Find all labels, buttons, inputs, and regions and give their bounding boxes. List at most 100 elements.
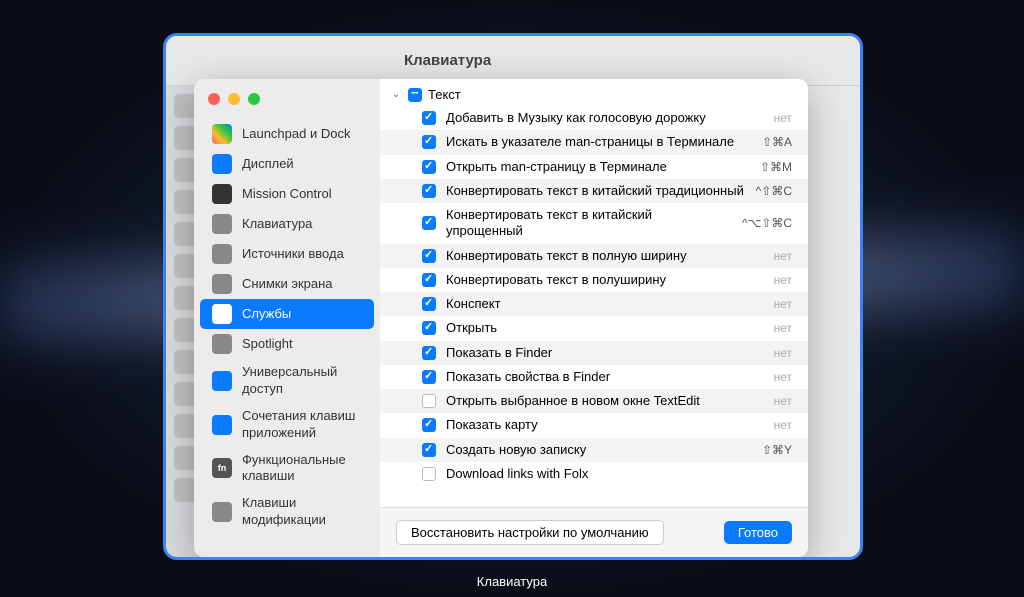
- sidebar-item-9[interactable]: Сочетания клавиш приложений: [200, 403, 374, 447]
- spotlight-icon: [212, 334, 232, 354]
- sidebar-item-label: Функциональные клавиши: [242, 452, 362, 486]
- service-shortcut[interactable]: нет: [774, 297, 792, 311]
- service-checkbox[interactable]: [422, 216, 436, 230]
- sidebar-item-label: Клавиши модификации: [242, 495, 362, 529]
- service-checkbox[interactable]: [422, 394, 436, 408]
- appshort-icon: [212, 415, 232, 435]
- service-label: Download links with Folx: [446, 466, 782, 482]
- service-checkbox[interactable]: [422, 135, 436, 149]
- sidebar-item-10[interactable]: fn Функциональные клавиши: [200, 447, 374, 491]
- service-row[interactable]: Показать в Finder нет: [380, 341, 808, 365]
- service-checkbox[interactable]: [422, 467, 436, 481]
- service-row[interactable]: Искать в указателе man-страницы в Термин…: [380, 130, 808, 154]
- service-row[interactable]: Создать новую записку ⇧⌘Y: [380, 438, 808, 462]
- sidebar-item-label: Снимки экрана: [242, 276, 333, 293]
- service-checkbox[interactable]: [422, 443, 436, 457]
- shortcuts-sheet: Launchpad и Dock Дисплей Mission Control Кл…: [194, 79, 808, 557]
- modifier-icon: [212, 502, 232, 522]
- sidebar-item-1[interactable]: Дисплей: [200, 149, 374, 179]
- sidebar-item-label: Клавиатура: [242, 216, 312, 233]
- footer: Восстановить настройки по умолчанию Гото…: [380, 507, 808, 557]
- accessibility-icon: [212, 371, 232, 391]
- service-shortcut[interactable]: ⇧⌘A: [762, 135, 792, 149]
- group-label: Текст: [428, 87, 461, 102]
- service-row[interactable]: Показать свойства в Finderнет: [380, 365, 808, 389]
- service-label: Конспект: [446, 296, 764, 312]
- service-label: Показать в Finder: [446, 345, 764, 361]
- service-shortcut[interactable]: ^⇧⌘C: [756, 184, 792, 198]
- service-row[interactable]: Download links with Folx: [380, 462, 808, 486]
- service-row[interactable]: Конвертировать текст в полную ширинунет: [380, 244, 808, 268]
- close-button[interactable]: [208, 93, 220, 105]
- service-row[interactable]: Добавить в Музыку как голосовую дорожку н…: [380, 106, 808, 130]
- sidebar-item-7[interactable]: Spotlight: [200, 329, 374, 359]
- keyboard-icon: [212, 214, 232, 234]
- traffic-lights: [208, 93, 260, 105]
- group-checkbox[interactable]: [408, 88, 422, 102]
- service-row[interactable]: Открыть выбранное в новом окне TextEdit н…: [380, 389, 808, 413]
- sidebar-item-label: Службы: [242, 306, 291, 323]
- service-shortcut[interactable]: нет: [774, 370, 792, 384]
- service-label: Создать новую записку: [446, 442, 752, 458]
- service-label: Показать карту: [446, 417, 764, 433]
- sidebar-item-label: Дисплей: [242, 156, 294, 173]
- service-checkbox[interactable]: [422, 160, 436, 174]
- service-shortcut[interactable]: нет: [774, 111, 792, 125]
- input-icon: [212, 244, 232, 264]
- window-frame: Клавиатура T Tuxera NTFS Laun: [163, 33, 863, 560]
- sidebar-item-label: Сочетания клавиш приложений: [242, 408, 362, 442]
- service-checkbox[interactable]: [422, 370, 436, 384]
- sidebar-item-8[interactable]: Универсальный доступ: [200, 359, 374, 403]
- service-shortcut[interactable]: нет: [774, 418, 792, 432]
- service-checkbox[interactable]: [422, 111, 436, 125]
- sidebar-item-5[interactable]: Снимки экрана: [200, 269, 374, 299]
- service-shortcut[interactable]: ⇧⌘Y: [762, 443, 792, 457]
- service-label: Открыть выбранное в новом окне TextEdit: [446, 393, 764, 409]
- sidebar-item-label: Универсальный доступ: [242, 364, 362, 398]
- sidebar-item-label: Источники ввода: [242, 246, 344, 263]
- screenshot-icon: [212, 274, 232, 294]
- service-label: Открыть man-страницу в Терминале: [446, 159, 750, 175]
- service-row[interactable]: Конвертировать текст в полуширину нет: [380, 268, 808, 292]
- service-label: Добавить в Музыку как голосовую дорожку: [446, 110, 764, 126]
- sidebar-item-6[interactable]: Службы: [200, 299, 374, 329]
- maximize-button[interactable]: [248, 93, 260, 105]
- service-row[interactable]: Конвертировать текст в китайский традици…: [380, 179, 808, 203]
- service-shortcut[interactable]: нет: [774, 273, 792, 287]
- main-pane: ⌄ТекстДобавить в Музыку как голосовую до…: [380, 79, 808, 557]
- service-checkbox[interactable]: [422, 297, 436, 311]
- service-checkbox[interactable]: [422, 273, 436, 287]
- service-shortcut[interactable]: нет: [774, 249, 792, 263]
- service-checkbox[interactable]: [422, 418, 436, 432]
- sidebar-item-3[interactable]: Клавиатура: [200, 209, 374, 239]
- service-shortcut[interactable]: нет: [774, 346, 792, 360]
- service-checkbox[interactable]: [422, 321, 436, 335]
- sidebar-item-0[interactable]: Launchpad и Dock: [200, 119, 374, 149]
- service-checkbox[interactable]: [422, 346, 436, 360]
- service-label: Конвертировать текст в китайский традици…: [446, 183, 746, 199]
- sidebar-item-4[interactable]: Источники ввода: [200, 239, 374, 269]
- service-label: Открыть: [446, 320, 764, 336]
- service-row[interactable]: Открыть нет: [380, 316, 808, 340]
- service-shortcut[interactable]: ⇧⌘M: [760, 160, 792, 174]
- service-label: Конвертировать текст в полуширину: [446, 272, 764, 288]
- sidebar-item-2[interactable]: Mission Control: [200, 179, 374, 209]
- service-checkbox[interactable]: [422, 184, 436, 198]
- services-list[interactable]: ⌄ТекстДобавить в Музыку как голосовую до…: [380, 79, 808, 507]
- done-button[interactable]: Готово: [724, 521, 792, 544]
- sidebar-item-11[interactable]: Клавиши модификации: [200, 490, 374, 534]
- service-shortcut[interactable]: нет: [774, 321, 792, 335]
- fn-icon: fn: [212, 458, 232, 478]
- service-row[interactable]: Конвертировать текст в китайский упрощен…: [380, 203, 808, 244]
- service-checkbox[interactable]: [422, 249, 436, 263]
- restore-defaults-button[interactable]: Восстановить настройки по умолчанию: [396, 520, 664, 545]
- service-shortcut[interactable]: нет: [774, 394, 792, 408]
- mission-icon: [212, 184, 232, 204]
- service-row[interactable]: Открыть man-страницу в Терминале ⇧⌘M: [380, 155, 808, 179]
- service-shortcut[interactable]: ^⌥⇧⌘C: [742, 216, 792, 230]
- service-row[interactable]: Конспект нет: [380, 292, 808, 316]
- sidebar-item-label: Mission Control: [242, 186, 332, 203]
- group-header-text[interactable]: ⌄Текст: [380, 83, 808, 106]
- service-row[interactable]: Показать карту нет: [380, 413, 808, 437]
- minimize-button[interactable]: [228, 93, 240, 105]
